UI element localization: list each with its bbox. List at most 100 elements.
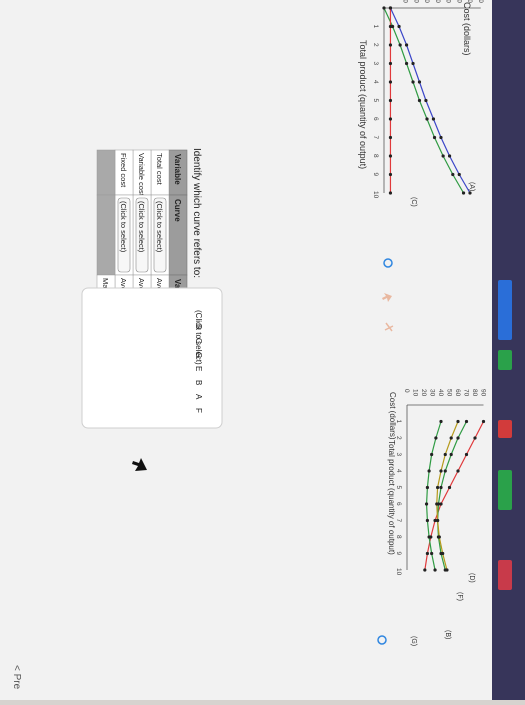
data-point xyxy=(388,6,393,10)
table-cell xyxy=(96,149,116,196)
data-point xyxy=(388,191,393,195)
curve-label-C: (C) xyxy=(410,197,417,207)
x-tick-label: 2 xyxy=(372,43,379,47)
y-tick-label: 100 xyxy=(402,0,409,3)
x-tick-label: 10 xyxy=(395,568,402,576)
y-tick-label: 0 xyxy=(403,389,410,393)
table-cell-label: Variable cost xyxy=(137,153,146,197)
x-tick-label: 4 xyxy=(372,80,379,84)
data-point xyxy=(388,98,393,103)
data-point xyxy=(473,436,477,440)
curve-label-D: (D) xyxy=(468,573,475,583)
screen-edge-bar xyxy=(492,0,525,700)
identify-prompt: Identify which curve refers to: xyxy=(191,148,202,278)
y-tick-label: 60 xyxy=(454,389,461,397)
previous-button[interactable]: < Pre xyxy=(11,665,22,690)
curve-select-label[interactable]: (Click to select) xyxy=(119,201,128,253)
dropdown-options[interactable]: (Click to select)DCGEBAF xyxy=(81,287,223,429)
data-point xyxy=(388,80,393,84)
chart-2-ylabel: Cost (dollars) xyxy=(388,392,397,440)
data-point xyxy=(411,61,415,66)
data-point xyxy=(456,419,460,424)
chart-1-xlabel: Total product (quantity of output) xyxy=(358,40,368,169)
data-point xyxy=(425,485,429,490)
dropdown-option[interactable]: G xyxy=(194,352,203,358)
data-point xyxy=(441,551,445,556)
data-point xyxy=(434,436,438,440)
x-tick-label: 3 xyxy=(372,62,379,66)
dropdown-option[interactable]: C xyxy=(194,338,203,344)
data-point xyxy=(417,98,422,103)
data-point xyxy=(433,568,437,572)
data-point xyxy=(417,80,422,84)
x-tick-label: 6 xyxy=(372,117,379,121)
data-point xyxy=(464,452,469,457)
data-point xyxy=(435,518,440,523)
data-point xyxy=(388,172,393,177)
y-tick-label: 300 xyxy=(445,0,452,3)
data-point xyxy=(398,43,402,47)
taskbar-strip-app xyxy=(498,560,512,590)
data-point xyxy=(388,135,393,140)
data-point xyxy=(427,535,431,539)
dropdown-option[interactable]: E xyxy=(194,366,203,371)
curve-select-label[interactable]: (Click to select) xyxy=(137,201,146,253)
data-point xyxy=(424,98,428,103)
y-tick-label: 10 xyxy=(412,389,419,397)
screenshot-scene: Cost (dollars) 4504003503002502001501005… xyxy=(0,0,492,700)
data-point xyxy=(404,61,409,66)
data-point xyxy=(443,469,447,473)
taskbar-strip-red xyxy=(498,420,512,438)
dropdown-option[interactable]: B xyxy=(194,380,203,385)
data-point xyxy=(447,485,452,490)
x-tick-label: 1 xyxy=(395,420,402,424)
x-tick-label: 10 xyxy=(372,191,379,199)
data-point xyxy=(388,24,393,29)
dropdown-option[interactable]: D xyxy=(194,324,203,330)
dropdown-option[interactable]: F xyxy=(194,408,203,413)
data-point xyxy=(388,43,393,47)
data-point xyxy=(388,117,393,121)
data-point xyxy=(411,80,415,84)
y-tick-label: 250 xyxy=(434,0,441,3)
data-point xyxy=(404,43,409,47)
chart-1-ylabel: Cost (dollars) xyxy=(462,2,472,56)
data-point xyxy=(425,551,429,556)
curve-select-label[interactable]: (Click to select) xyxy=(155,201,164,253)
curve-label-A: (A) xyxy=(468,182,475,191)
page: Cost (dollars) 4504003503002502001501005… xyxy=(0,0,525,700)
dropdown-option[interactable]: A xyxy=(194,394,203,400)
curve-label-B: (B) xyxy=(444,630,451,639)
data-point xyxy=(464,419,469,424)
table-cell xyxy=(96,194,116,276)
data-point xyxy=(435,502,439,506)
taskbar-strip-green-2 xyxy=(498,470,512,510)
y-tick-label: 90 xyxy=(480,389,487,397)
data-point xyxy=(432,135,437,140)
table-header-label: Variable xyxy=(173,154,182,185)
data-point xyxy=(439,485,443,490)
x-tick-label: 5 xyxy=(372,99,379,103)
y-tick-label: 30 xyxy=(429,389,436,397)
x-tick-label: 8 xyxy=(372,154,379,158)
chart-2-xlabel: Total product (quantity of output) xyxy=(387,440,396,555)
data-point xyxy=(449,452,453,457)
data-point xyxy=(424,502,429,506)
y-tick-label: 80 xyxy=(471,389,478,397)
data-point xyxy=(425,117,429,121)
data-point xyxy=(449,436,453,440)
data-point xyxy=(461,191,466,195)
data-point xyxy=(397,24,401,29)
data-point xyxy=(431,117,436,121)
data-point xyxy=(481,419,486,424)
x-tick-label: 1 xyxy=(372,25,379,29)
data-point xyxy=(430,452,434,457)
curve-label-G: (G) xyxy=(410,636,417,646)
data-point xyxy=(437,535,441,539)
taskbar-strip-blue xyxy=(498,280,512,340)
data-point xyxy=(468,191,472,195)
data-point xyxy=(439,135,443,140)
data-point xyxy=(439,419,443,424)
paper-background xyxy=(0,0,492,700)
chart-2-y-ticks: 9080706050403020100 xyxy=(403,389,487,397)
